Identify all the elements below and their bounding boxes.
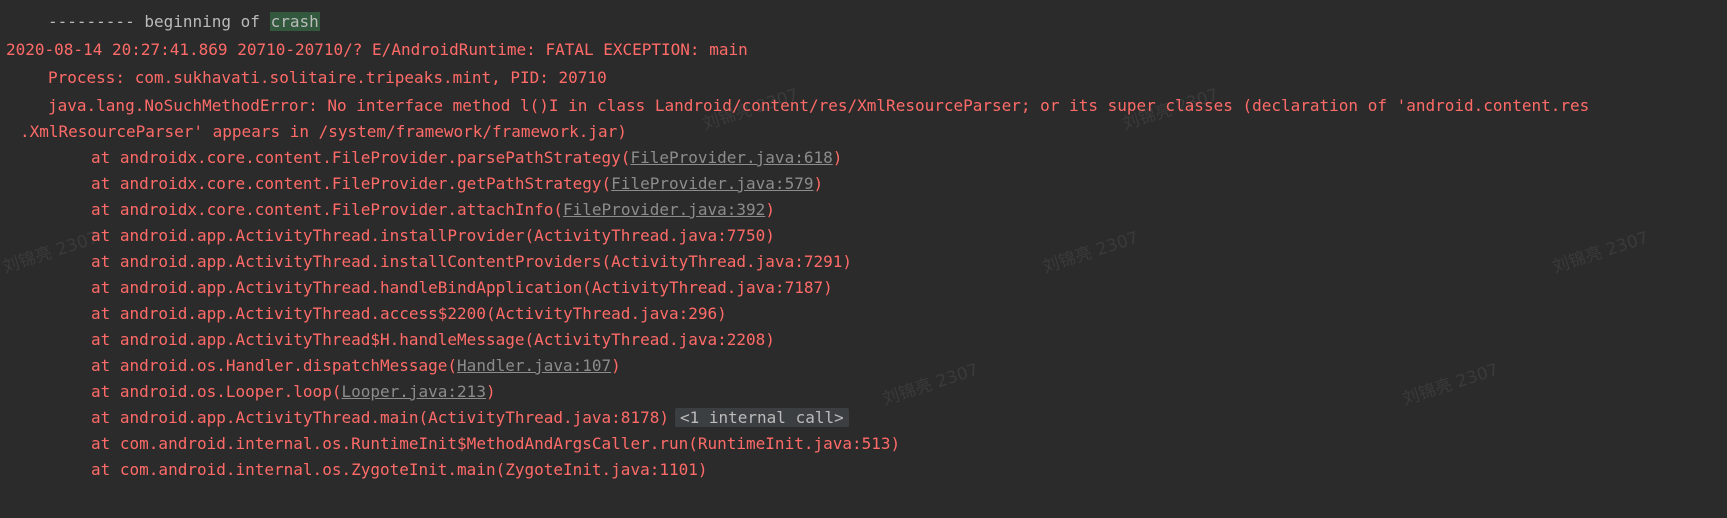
frame-text: at androidx.core.content.FileProvider.pa… [91, 148, 631, 167]
frame-text: at android.app.ActivityThread.installCon… [91, 252, 852, 271]
frame-text: at androidx.core.content.FileProvider.at… [91, 200, 564, 219]
stack-frame[interactable]: at com.android.internal.os.RuntimeInit$M… [91, 430, 900, 458]
frame-text: at android.app.ActivityThread.main(Activ… [91, 408, 669, 427]
frame-text: at android.app.ActivityThread.handleBind… [91, 278, 833, 297]
folded-internal-call-button[interactable]: <1 internal call> [674, 408, 849, 427]
frame-suffix: ) [832, 148, 843, 167]
stack-frame[interactable]: at androidx.core.content.FileProvider.at… [91, 196, 775, 224]
log-process-line[interactable]: Process: com.sukhavati.solitaire.tripeak… [48, 64, 607, 92]
source-link[interactable]: Looper.java:213 [341, 382, 486, 401]
frame-text: at android.app.ActivityThread.access$220… [91, 304, 727, 323]
frame-text: at com.android.internal.os.RuntimeInit$M… [91, 434, 901, 453]
source-link[interactable]: Handler.java:107 [457, 356, 611, 375]
source-link[interactable]: FileProvider.java:579 [611, 174, 813, 193]
watermark: 刘锦亮 2307 [0, 227, 102, 278]
frame-suffix: ) [485, 382, 496, 401]
frame-suffix: ) [765, 200, 775, 219]
watermark: 刘锦亮 2307 [880, 359, 982, 410]
source-link[interactable]: FileProvider.java:392 [563, 200, 765, 219]
log-separator: --------- beginning of crash [48, 8, 320, 36]
frame-text: at androidx.core.content.FileProvider.ge… [91, 174, 612, 193]
crash-keyword-highlight: crash [269, 12, 320, 31]
stack-frame[interactable]: at com.android.internal.os.ZygoteInit.ma… [91, 456, 708, 484]
log-error-continuation[interactable]: .XmlResourceParser' appears in /system/f… [20, 118, 627, 146]
frame-suffix: ) [813, 174, 824, 193]
frame-text: at android.app.ActivityThread$H.handleMe… [91, 330, 775, 349]
frame-text: at android.os.Handler.dispatchMessage( [91, 356, 458, 375]
separator-dashes: --------- beginning of [48, 12, 270, 31]
watermark: 刘锦亮 2307 [1040, 227, 1142, 278]
frame-text: at com.android.internal.os.ZygoteInit.ma… [91, 460, 708, 479]
stack-frame[interactable]: at android.app.ActivityThread.handleBind… [91, 274, 833, 302]
stack-frame[interactable]: at androidx.core.content.FileProvider.pa… [91, 144, 842, 172]
frame-suffix: ) [611, 356, 621, 375]
stack-frame[interactable]: at android.os.Looper.loop(Looper.java:21… [91, 378, 496, 406]
logcat-console: 刘锦亮 2307 刘锦亮 2307 刘锦亮 2307 刘锦亮 2307 刘锦亮 … [0, 0, 1727, 518]
stack-frame[interactable]: at android.app.ActivityThread.installCon… [91, 248, 852, 276]
stack-frame[interactable]: at android.os.Handler.dispatchMessage(Ha… [91, 352, 621, 380]
frame-text: at android.os.Looper.loop( [91, 382, 342, 401]
stack-frame[interactable]: at android.app.ActivityThread$H.handleMe… [91, 326, 775, 354]
source-link[interactable]: FileProvider.java:618 [630, 148, 832, 167]
log-error-line[interactable]: java.lang.NoSuchMethodError: No interfac… [48, 92, 1589, 120]
stack-frame[interactable]: at android.app.ActivityThread.main(Activ… [91, 404, 849, 432]
stack-frame[interactable]: at android.app.ActivityThread.installPro… [91, 222, 775, 250]
stack-frame[interactable]: at androidx.core.content.FileProvider.ge… [91, 170, 823, 198]
watermark: 刘锦亮 2307 [1550, 227, 1652, 278]
frame-text: at android.app.ActivityThread.installPro… [91, 226, 775, 245]
watermark: 刘锦亮 2307 [1400, 359, 1502, 410]
stack-frame[interactable]: at android.app.ActivityThread.access$220… [91, 300, 727, 328]
log-header-line[interactable]: 2020-08-14 20:27:41.869 20710-20710/? E/… [6, 36, 748, 64]
